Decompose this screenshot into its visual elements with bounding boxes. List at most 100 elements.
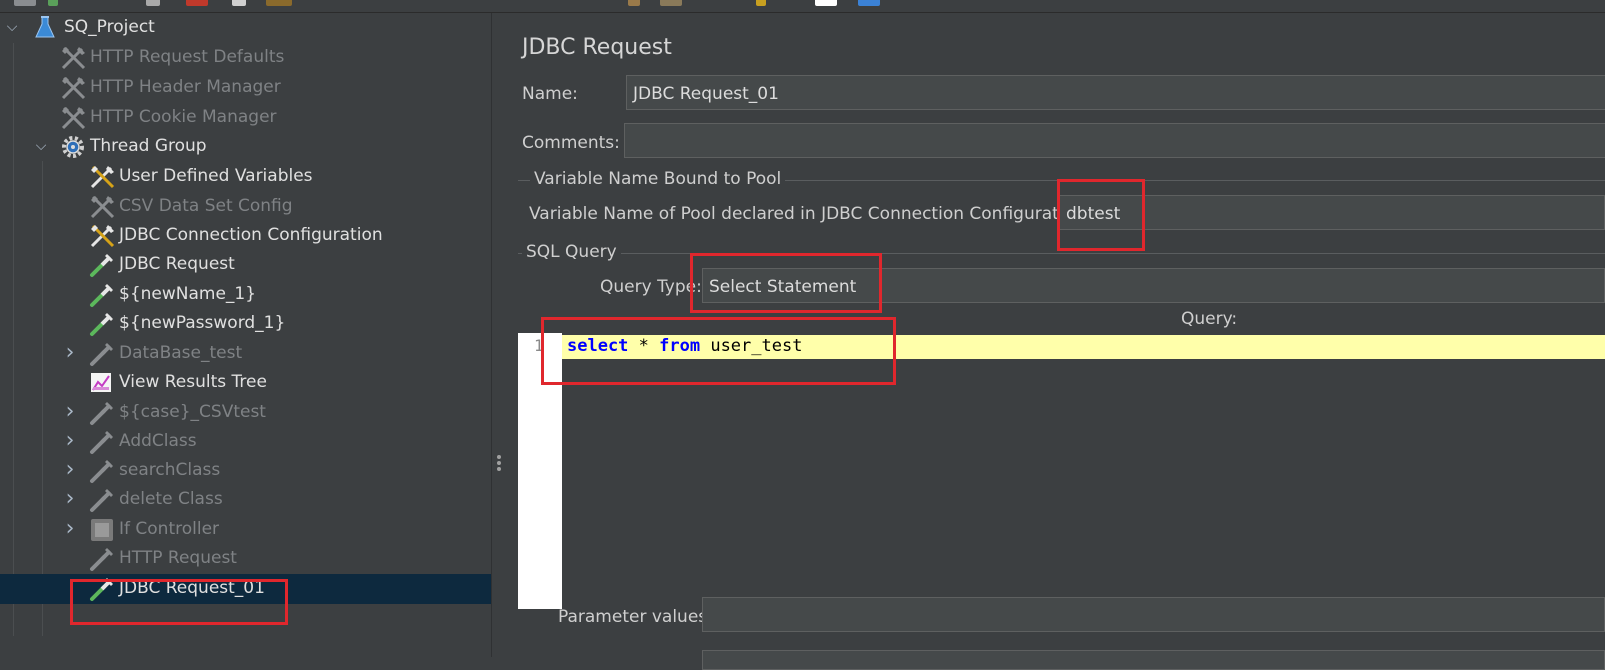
toolbar-button[interactable] [266, 0, 292, 6]
tree-node-label: SQ_Project [64, 17, 155, 37]
tree-node[interactable]: ${newName_1} [0, 280, 491, 310]
gear-icon [60, 134, 88, 160]
pool-label: Variable Name of Pool declared in JDBC C… [529, 204, 1091, 224]
tree-node-label: Thread Group [90, 136, 207, 156]
toolbar-button[interactable] [660, 0, 682, 6]
tree-node-label: User Defined Variables [119, 166, 313, 186]
query-code: select * from user_test [567, 336, 802, 356]
pipette-icon [89, 400, 117, 426]
tree-node-label: AddClass [119, 431, 197, 451]
splitter-handle[interactable] [491, 13, 506, 657]
panel-title: JDBC Request [522, 35, 672, 60]
line-number-gutter: 1 [518, 333, 562, 609]
line-number: 1 [534, 336, 544, 355]
toolbar-button[interactable] [146, 0, 160, 6]
toolbar-button[interactable] [756, 0, 766, 6]
tree-node-label: ${case}_CSVtest [119, 402, 266, 422]
tree-node[interactable]: ${newPassword_1} [0, 309, 491, 339]
name-field[interactable]: JDBC Request_01 [626, 75, 1605, 110]
pool-name-value: dbtest [1066, 204, 1121, 224]
name-field-value: JDBC Request_01 [633, 84, 779, 104]
config-tool-icon [60, 45, 88, 71]
pool-name-field[interactable]: dbtest [1059, 195, 1605, 230]
toolbar-button[interactable] [48, 0, 58, 6]
toolbar-button[interactable] [232, 0, 246, 6]
tree-node-label: delete Class [119, 489, 223, 509]
tree-node-label: ${newName_1} [119, 284, 257, 304]
tree-node[interactable]: › searchClass [0, 456, 491, 486]
pipette-icon [89, 311, 117, 337]
tree-node[interactable]: HTTP Cookie Manager [0, 103, 491, 133]
pipette-icon [89, 282, 117, 308]
comments-field[interactable] [624, 123, 1605, 158]
tree-node[interactable]: JDBC Request_01 [0, 574, 491, 604]
tree-node-label: CSV Data Set Config [119, 196, 293, 216]
graph-icon [89, 370, 117, 396]
config-tool-icon [89, 223, 117, 249]
tree-node[interactable]: › DataBase_test [0, 339, 491, 369]
chevron-down-icon[interactable]: ⌵ [32, 134, 50, 158]
tree-node-label: JDBC Connection Configuration [119, 225, 383, 245]
pipette-icon [89, 252, 117, 278]
tree-node-label: searchClass [119, 460, 221, 480]
config-tool-icon [60, 75, 88, 101]
tree-node[interactable]: › delete Class [0, 485, 491, 515]
pipette-icon [89, 341, 117, 367]
pipette-icon [89, 546, 117, 572]
tree-node-label: View Results Tree [119, 372, 267, 392]
toolbar-button[interactable] [186, 0, 208, 6]
sql-section-border [518, 253, 1605, 254]
chevron-right-icon[interactable]: › [61, 341, 79, 365]
tree-node-label: If Controller [119, 519, 220, 539]
toolbar-button[interactable] [628, 0, 640, 6]
query-editor[interactable]: 1 select * from user_test [518, 333, 1605, 609]
param-values-field[interactable] [702, 597, 1605, 632]
param-values-label: Parameter values: [558, 607, 713, 627]
test-plan-tree: ⌵ SQ_Project HTTP Request Defaults HTTP Hea… [0, 13, 491, 657]
jdbc-request-panel: JDBC Request Name: JDBC Request_01 Comme… [505, 13, 1605, 670]
next-field[interactable] [702, 650, 1605, 670]
chevron-right-icon[interactable]: › [61, 458, 79, 482]
tree-node[interactable]: JDBC Request [0, 250, 491, 280]
query-type-label: Query Type: [600, 277, 702, 297]
tree-node[interactable]: HTTP Header Manager [0, 73, 491, 103]
chevron-right-icon[interactable]: › [61, 400, 79, 424]
flask-icon [34, 15, 62, 41]
tree-node[interactable]: ⌵ Thread Group [0, 132, 491, 162]
pool-section-title: Variable Name Bound to Pool [530, 169, 786, 189]
tree-node[interactable]: › ${case}_CSVtest [0, 398, 491, 428]
query-label: Query: [1181, 309, 1238, 329]
toolbar [0, 0, 1605, 13]
tree-root[interactable]: ⌵ SQ_Project [0, 13, 491, 43]
chevron-down-icon[interactable]: ⌵ [3, 15, 21, 39]
sql-text: * [628, 336, 660, 356]
sql-text: user_test [700, 336, 803, 356]
sql-section-title: SQL Query [522, 242, 621, 262]
toolbar-button[interactable] [815, 0, 837, 6]
pipette-icon [89, 487, 117, 513]
tree-node-label: HTTP Request [119, 548, 237, 568]
config-tool-icon [89, 194, 117, 220]
chevron-right-icon[interactable]: › [61, 429, 79, 453]
chevron-right-icon[interactable]: › [61, 517, 79, 541]
tree-node[interactable]: CSV Data Set Config [0, 192, 491, 222]
tree-node[interactable]: HTTP Request [0, 544, 491, 574]
comments-label: Comments: [522, 133, 620, 153]
controller-icon [89, 517, 117, 543]
tree-node[interactable]: › If Controller [0, 515, 491, 545]
tree-node-label: DataBase_test [119, 343, 243, 363]
toolbar-button[interactable] [14, 0, 36, 6]
tree-node[interactable]: HTTP Request Defaults [0, 43, 491, 73]
toolbar-button[interactable] [858, 0, 880, 6]
chevron-right-icon[interactable]: › [61, 487, 79, 511]
tree-node[interactable]: JDBC Connection Configuration [0, 221, 491, 251]
tree-node[interactable]: › AddClass [0, 427, 491, 457]
config-tool-icon [89, 164, 117, 190]
tree-node-label: HTTP Header Manager [90, 77, 281, 97]
tree-node-label: HTTP Cookie Manager [90, 107, 277, 127]
query-type-select[interactable]: Select Statement [702, 268, 1605, 303]
tree-node-label: JDBC Request_01 [119, 578, 265, 598]
tree-node[interactable]: View Results Tree [0, 368, 491, 398]
pipette-icon [89, 429, 117, 455]
tree-node[interactable]: User Defined Variables [0, 162, 491, 192]
